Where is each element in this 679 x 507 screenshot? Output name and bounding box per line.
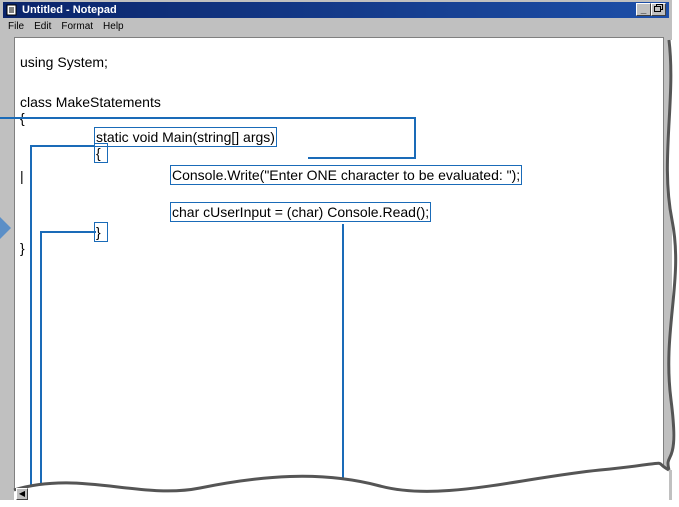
scroll-left-arrow-icon[interactable]: ◀ [16, 488, 28, 500]
torn-edge-decoration [13, 39, 679, 507]
